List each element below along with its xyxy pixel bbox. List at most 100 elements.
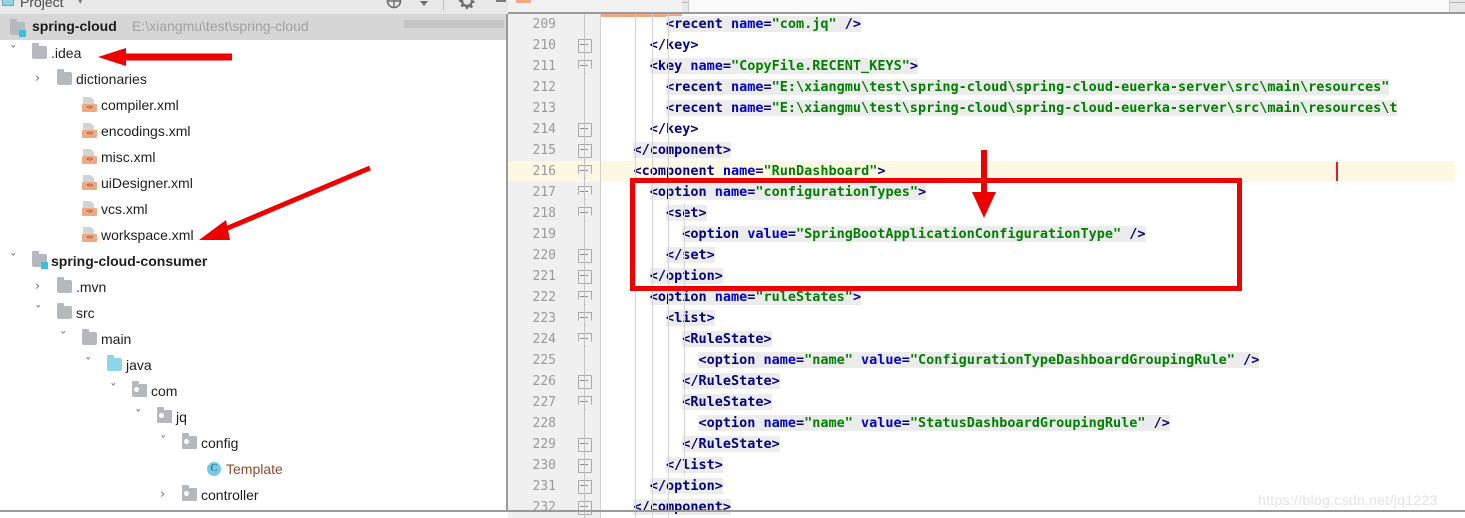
fold-rail	[584, 14, 585, 518]
line-number: 221	[532, 269, 556, 284]
tree-item-label: dictionaries	[76, 71, 147, 87]
project-panel-scrollbar[interactable]	[404, 20, 504, 28]
line-number: 220	[532, 248, 556, 263]
folder-icon	[82, 329, 97, 345]
chevron-down-icon[interactable]: ˇ	[110, 378, 117, 404]
line-number: 214	[532, 122, 556, 137]
tree-item-vcs-xml[interactable]: <> vcs.xml	[0, 196, 508, 222]
tree-item-compiler-xml[interactable]: <> compiler.xml	[0, 92, 508, 118]
settings-gear-icon[interactable]	[458, 0, 476, 15]
code-line[interactable]: <RuleState>	[682, 329, 772, 350]
project-panel-title: Project	[20, 0, 64, 10]
toolbar-divider	[443, 0, 444, 10]
tree-item-label: uiDesigner.xml	[101, 175, 193, 191]
chevron-down-icon[interactable]: ▾	[78, 0, 83, 7]
folder-icon	[57, 69, 72, 85]
tree-item-template[interactable]: C Template	[0, 456, 508, 482]
line-number: 212	[532, 80, 556, 95]
editor-gutter[interactable]: 209 210 211 212 213 214 215 216 217 218 219 220 221 2…	[508, 14, 601, 518]
chevron-right-icon[interactable]: ›	[160, 482, 165, 508]
folder-icon	[57, 277, 72, 293]
chevron-down-icon[interactable]: ˇ	[85, 352, 92, 378]
code-line[interactable]: </component>	[633, 140, 732, 161]
tree-item-label: jq	[176, 409, 187, 425]
tree-item-com[interactable]: ˇ com	[0, 378, 508, 404]
code-line[interactable]: <list>	[665, 308, 715, 329]
indent-guide	[684, 287, 686, 476]
project-root-row[interactable]: spring-cloud E:\xiangmu\test\spring-clou…	[0, 14, 508, 40]
chevron-down-icon[interactable]: ˇ	[35, 300, 42, 326]
project-tool-window: Project ▾ spring-cloud E:\xiangmu\test\s…	[0, 0, 508, 518]
code-line[interactable]: </key>	[650, 35, 699, 56]
tree-item-label: src	[76, 305, 95, 321]
xml-file-icon: <>	[82, 227, 97, 242]
tree-item-config[interactable]: ˇ config	[0, 430, 508, 456]
xml-file-icon: <>	[82, 201, 97, 216]
code-line[interactable]: <option name="name" value="Configuration…	[698, 350, 1260, 371]
editor-bottom-divider	[508, 510, 1465, 512]
line-number: 228	[532, 416, 556, 431]
target-icon[interactable]	[385, 0, 403, 15]
tree-item-java[interactable]: ˇ java	[0, 352, 508, 378]
module-folder-icon	[10, 19, 26, 37]
tree-item-dictionaries[interactable]: › dictionaries	[0, 66, 508, 92]
line-number: 209	[532, 17, 556, 32]
line-number: 225	[532, 353, 556, 368]
tree-item-encodings-xml[interactable]: <> encodings.xml	[0, 118, 508, 144]
code-line[interactable]: <RuleState>	[682, 392, 772, 413]
project-panel-header: Project ▾	[0, 0, 508, 14]
line-number: 227	[532, 395, 556, 410]
code-line[interactable]: <key name="CopyFile.RECENT_KEYS">	[649, 56, 918, 77]
tree-item-src[interactable]: ˇ src	[0, 300, 508, 326]
xml-tag-glyph: <>	[516, 0, 531, 3]
tree-item-controller[interactable]: › controller	[0, 482, 508, 508]
code-line[interactable]: <option name="name" value="StatusDashboa…	[698, 413, 1170, 434]
chevron-right-icon[interactable]: ›	[35, 274, 40, 300]
chevron-down-icon[interactable]: ˇ	[10, 40, 17, 66]
xml-file-icon: <>	[82, 97, 97, 112]
tree-item-label: .idea	[51, 45, 82, 61]
code-line[interactable]: </key>	[650, 119, 699, 140]
collapse-all-icon[interactable]	[415, 0, 433, 15]
tree-item-misc-xml[interactable]: <> misc.xml	[0, 144, 508, 170]
tree-item-label: java	[126, 357, 152, 373]
tree-item-main[interactable]: ˇ main	[0, 326, 508, 352]
chevron-down-icon[interactable]: ˇ	[60, 326, 67, 352]
tree-item--idea[interactable]: ˇ .idea	[0, 40, 508, 66]
code-line[interactable]: </RuleState>	[682, 434, 780, 455]
editor-right-margin	[1455, 14, 1465, 518]
tree-item-label: encodings.xml	[101, 123, 191, 139]
tree-item-label: compiler.xml	[101, 97, 179, 113]
chevron-down-icon[interactable]: ˇ	[135, 404, 142, 430]
panel-bottom-divider	[0, 510, 508, 512]
code-line[interactable]: </option>	[649, 476, 723, 497]
line-number: 219	[532, 227, 556, 242]
folder-icon	[32, 43, 47, 59]
tree-item-uidesigner-xml[interactable]: <> uiDesigner.xml	[0, 170, 508, 196]
code-line[interactable]: </component>	[633, 497, 732, 518]
package-icon	[157, 407, 172, 423]
line-number: 217	[532, 185, 556, 200]
tree-item-label: main	[101, 331, 132, 347]
tree-item-label: misc.xml	[101, 149, 156, 165]
tree-item-workspace-xml[interactable]: <> workspace.xml	[0, 222, 508, 248]
chevron-down-icon[interactable]: ˇ	[10, 248, 17, 274]
minimize-icon[interactable]	[492, 0, 508, 15]
line-number: 231	[532, 479, 556, 494]
code-line[interactable]: </RuleState>	[682, 371, 780, 392]
line-number: 210	[532, 38, 556, 53]
code-line[interactable]: <recent name="E:\xiangmu\test\spring-clo…	[665, 77, 1390, 98]
tree-item-label: vcs.xml	[101, 201, 148, 217]
project-root-name: spring-cloud	[32, 18, 117, 34]
chevron-right-icon[interactable]: ›	[35, 66, 40, 92]
tree-item-spring-cloud-consumer[interactable]: ˇ spring-cloud-consumer	[0, 248, 508, 274]
tree-item-jq[interactable]: ˇ jq	[0, 404, 508, 430]
code-line[interactable]: <recent name="E:\xiangmu\test\spring-clo…	[665, 98, 1398, 119]
line-number: 223	[532, 311, 556, 326]
tree-item-label: controller	[201, 487, 259, 503]
xml-file-icon: <>	[82, 149, 97, 164]
tree-item--mvn[interactable]: › .mvn	[0, 274, 508, 300]
code-line[interactable]: </list>	[665, 455, 723, 476]
chevron-down-icon[interactable]: ˇ	[160, 430, 167, 456]
code-line[interactable]: <recent name="com.jq" />	[665, 14, 862, 35]
